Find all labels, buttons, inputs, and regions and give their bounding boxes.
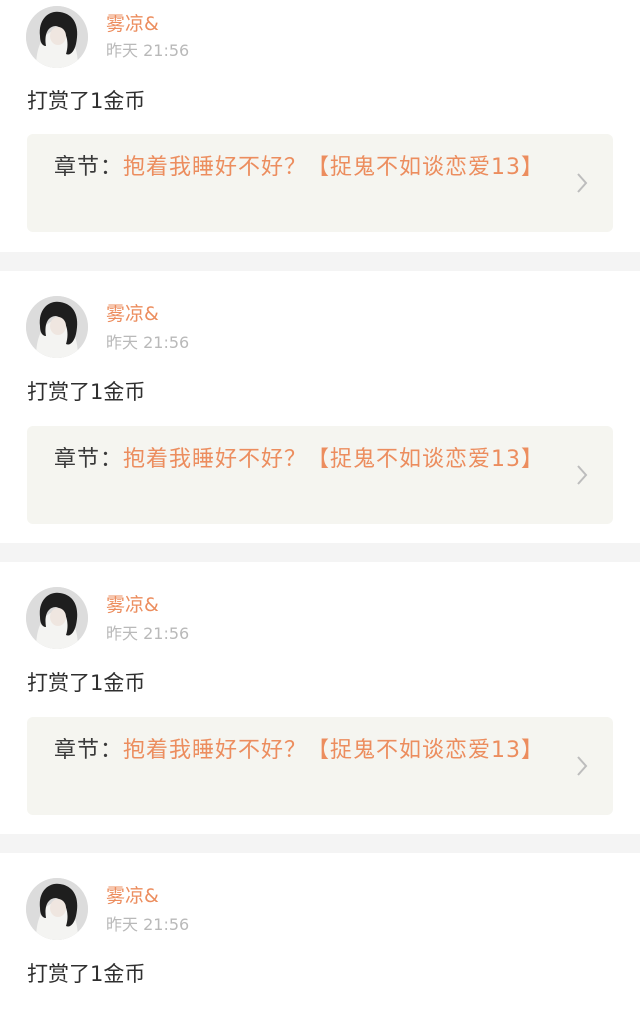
feed-item: 雾凉& 昨天 21:56 打赏了1金币 章节：抱着我睡好不好？【捉鬼不如谈恋爱1… [0,562,640,834]
timestamp: 昨天 21:56 [106,333,190,352]
section-divider [0,543,640,562]
chapter-title: 抱着我睡好不好？【捉鬼不如谈恋爱13】 [123,738,545,763]
username[interactable]: 雾凉& [106,303,159,325]
username[interactable]: 雾凉& [106,594,159,616]
chapter-text: 章节：抱着我睡好不好？【捉鬼不如谈恋爱13】 [54,153,554,183]
timestamp: 昨天 21:56 [106,624,190,643]
chapter-label: 章节： [54,155,124,180]
chevron-right-icon [577,756,588,776]
reward-action-text: 打赏了1金币 [27,962,146,986]
reward-feed: 雾凉& 昨天 21:56 打赏了1金币 章节：抱着我睡好不好？【捉鬼不如谈恋爱1… [0,0,640,1033]
timestamp: 昨天 21:56 [106,915,190,934]
chapter-label: 章节： [54,447,124,472]
chapter-title: 抱着我睡好不好？【捉鬼不如谈恋爱13】 [123,447,545,472]
user-avatar[interactable] [26,6,88,68]
username[interactable]: 雾凉& [106,885,159,907]
timestamp: 昨天 21:56 [106,41,190,60]
reward-action-text: 打赏了1金币 [27,380,146,404]
chapter-text: 章节：抱着我睡好不好？【捉鬼不如谈恋爱13】 [54,445,554,475]
section-divider [0,834,640,853]
feed-item: 雾凉& 昨天 21:56 打赏了1金币 [0,853,640,1033]
user-avatar[interactable] [26,296,88,358]
reward-action-text: 打赏了1金币 [27,89,146,113]
chapter-link-card[interactable]: 章节：抱着我睡好不好？【捉鬼不如谈恋爱13】 [27,717,613,815]
username[interactable]: 雾凉& [106,13,159,35]
chapter-link-card[interactable]: 章节：抱着我睡好不好？【捉鬼不如谈恋爱13】 [27,134,613,232]
reward-action-text: 打赏了1金币 [27,671,146,695]
chapter-link-card[interactable]: 章节：抱着我睡好不好？【捉鬼不如谈恋爱13】 [27,426,613,524]
chapter-label: 章节： [54,738,124,763]
chapter-title: 抱着我睡好不好？【捉鬼不如谈恋爱13】 [123,155,545,180]
user-avatar[interactable] [26,878,88,940]
section-divider [0,252,640,271]
chevron-right-icon [577,465,588,485]
user-avatar[interactable] [26,587,88,649]
feed-item: 雾凉& 昨天 21:56 打赏了1金币 章节：抱着我睡好不好？【捉鬼不如谈恋爱1… [0,0,640,252]
chapter-text: 章节：抱着我睡好不好？【捉鬼不如谈恋爱13】 [54,736,554,766]
feed-item: 雾凉& 昨天 21:56 打赏了1金币 章节：抱着我睡好不好？【捉鬼不如谈恋爱1… [0,271,640,543]
chevron-right-icon [577,173,588,193]
